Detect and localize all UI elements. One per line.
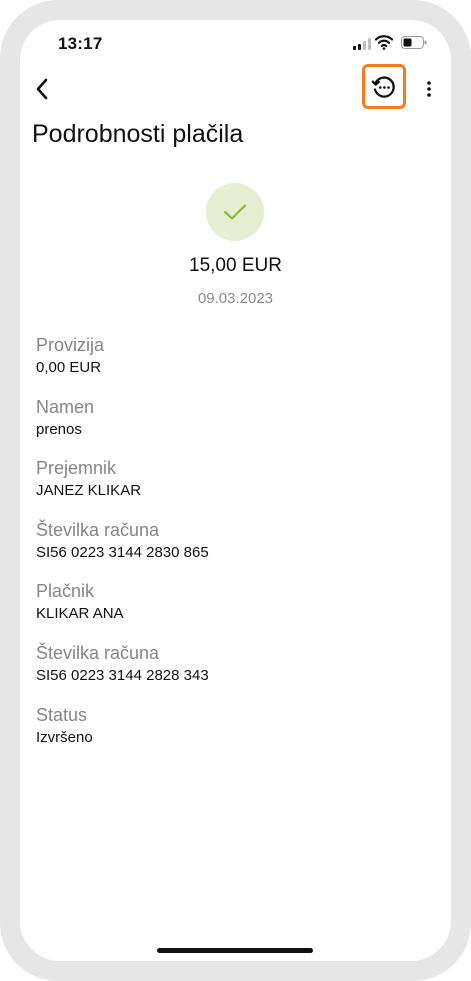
- payment-amount: 15,00 EUR: [189, 255, 282, 276]
- detail-label: Prejemnik: [36, 458, 117, 479]
- detail-commission: Provizija 0,00 EUR: [36, 334, 436, 396]
- payment-details-list: Provizija 0,00 EUR Namen prenos Prejemni…: [36, 334, 436, 765]
- detail-label: Status: [36, 704, 88, 725]
- detail-value: 0,00 EUR: [36, 359, 102, 376]
- detail-value: Izvršeno: [36, 728, 93, 746]
- home-indicator[interactable]: [157, 948, 313, 953]
- page-title: Podrobnosti plačila: [32, 120, 244, 148]
- detail-value: JANEZ KLIKAR: [36, 482, 142, 500]
- chevron-left-icon: [36, 78, 48, 100]
- more-options-button[interactable]: [418, 74, 440, 104]
- detail-label: Namen: [36, 396, 95, 417]
- wifi-icon: [374, 34, 394, 50]
- status-bar: 13:17: [20, 20, 451, 70]
- detail-value: prenos: [36, 420, 82, 438]
- success-status-badge: [206, 183, 264, 241]
- checkmark-icon: [223, 204, 247, 220]
- screen: 13:17 Podrobnosti plačila 15,00 EUR 09.0…: [20, 20, 451, 961]
- status-time: 13:17: [58, 34, 103, 53]
- detail-purpose: Namen prenos: [36, 396, 436, 458]
- detail-payer-account: Številka računa SI56 0223 3144 2828 343: [36, 642, 436, 704]
- back-button[interactable]: [26, 72, 58, 106]
- detail-payer: Plačnik KLIKAR ANA: [36, 580, 436, 642]
- detail-value: KLIKAR ANA: [36, 605, 124, 623]
- history-button[interactable]: [362, 64, 406, 109]
- payment-date: 09.03.2023: [197, 290, 274, 307]
- detail-label: Provizija: [36, 335, 105, 355]
- detail-recipient: Prejemnik JANEZ KLIKAR: [36, 457, 436, 519]
- cellular-signal-icon: [353, 38, 371, 50]
- detail-label: Številka računa: [36, 642, 160, 663]
- battery-icon: [401, 36, 427, 49]
- more-vertical-icon: [427, 81, 431, 97]
- detail-value: SI56 0223 3144 2830 865: [36, 543, 209, 561]
- detail-label: Plačnik: [36, 581, 95, 602]
- history-icon: [371, 75, 395, 98]
- detail-status: Status Izvršeno: [36, 704, 436, 766]
- detail-value: SI56 0223 3144 2828 343: [36, 666, 209, 684]
- detail-label: Številka računa: [36, 519, 160, 540]
- detail-recipient-account: Številka računa SI56 0223 3144 2830 865: [36, 519, 436, 581]
